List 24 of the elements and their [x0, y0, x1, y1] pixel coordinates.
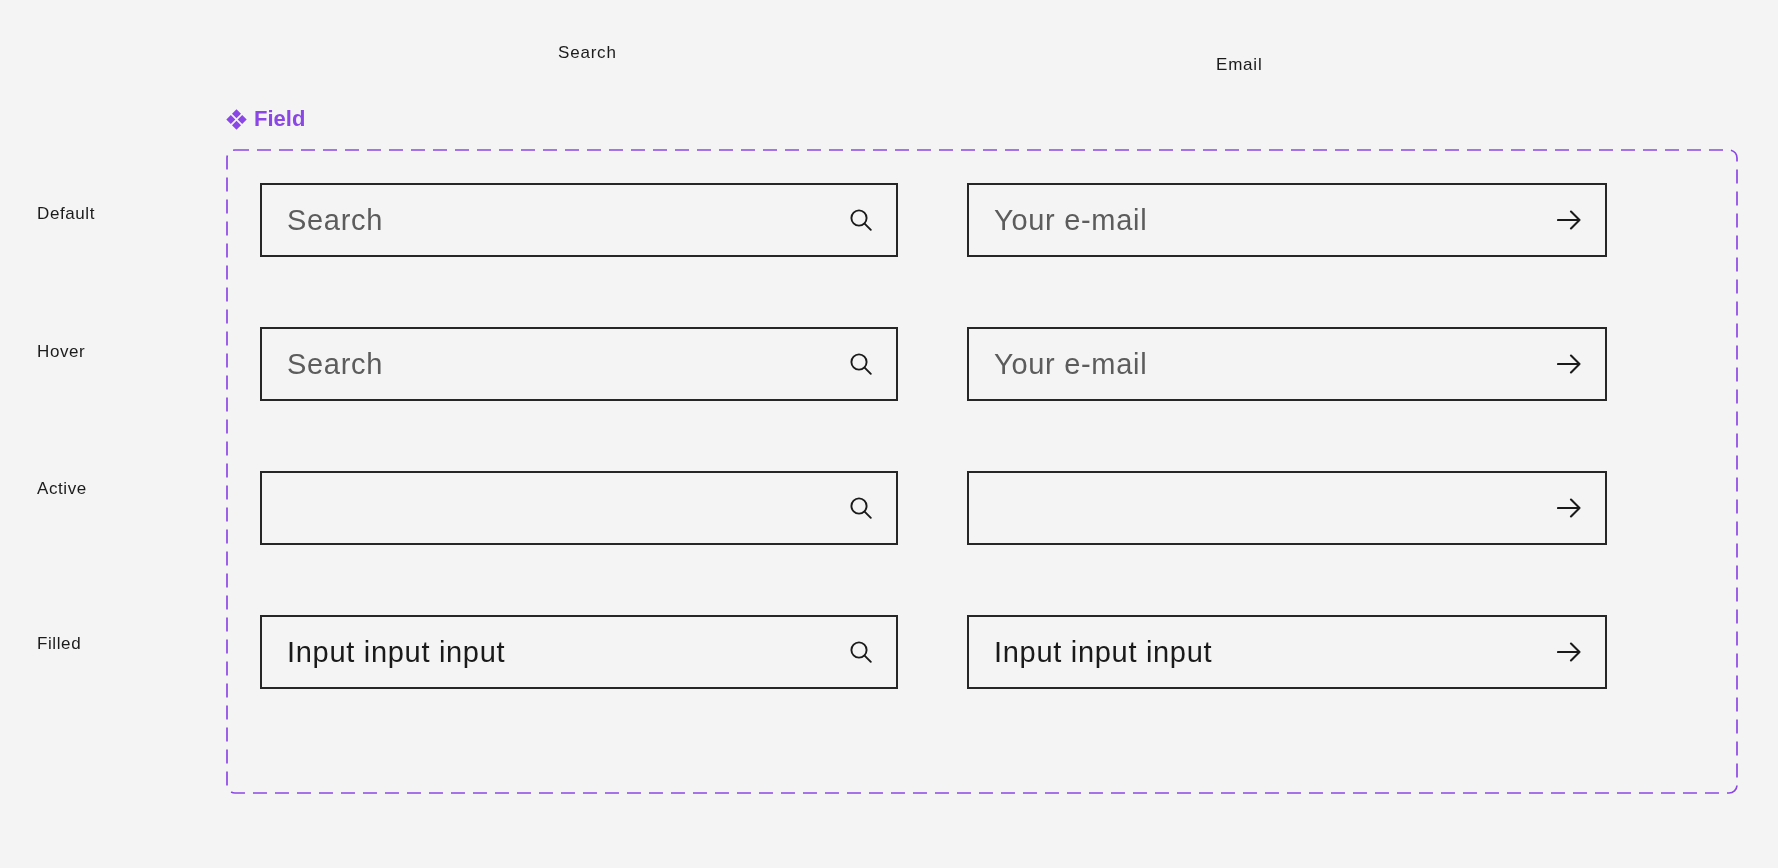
search-icon[interactable]: [850, 497, 872, 519]
row-label: Default: [37, 204, 96, 224]
row-label: Hover: [37, 342, 86, 362]
search-icon[interactable]: [850, 209, 872, 231]
row-label: Filled: [37, 634, 82, 654]
arrow-right-icon[interactable]: [1557, 642, 1581, 662]
four-diamonds-icon: [226, 108, 247, 130]
search-field[interactable]: Search: [260, 327, 898, 401]
email-field[interactable]: [967, 471, 1607, 545]
search-icon[interactable]: [850, 641, 872, 663]
search-field[interactable]: [260, 471, 898, 545]
column-header: Search: [558, 43, 617, 63]
row-label: Active: [37, 479, 87, 499]
search-field[interactable]: Search: [260, 183, 898, 257]
search-field[interactable]: Input input input: [260, 615, 898, 689]
arrow-right-icon[interactable]: [1557, 354, 1581, 374]
arrow-right-icon[interactable]: [1557, 210, 1581, 230]
email-field[interactable]: Input input input: [967, 615, 1607, 689]
email-field[interactable]: Your e-mail: [967, 183, 1607, 257]
column-header: Email: [1216, 55, 1263, 75]
arrow-right-icon[interactable]: [1557, 498, 1581, 518]
search-icon[interactable]: [850, 353, 872, 375]
email-field[interactable]: Your e-mail: [967, 327, 1607, 401]
component-title: Field: [254, 106, 306, 132]
